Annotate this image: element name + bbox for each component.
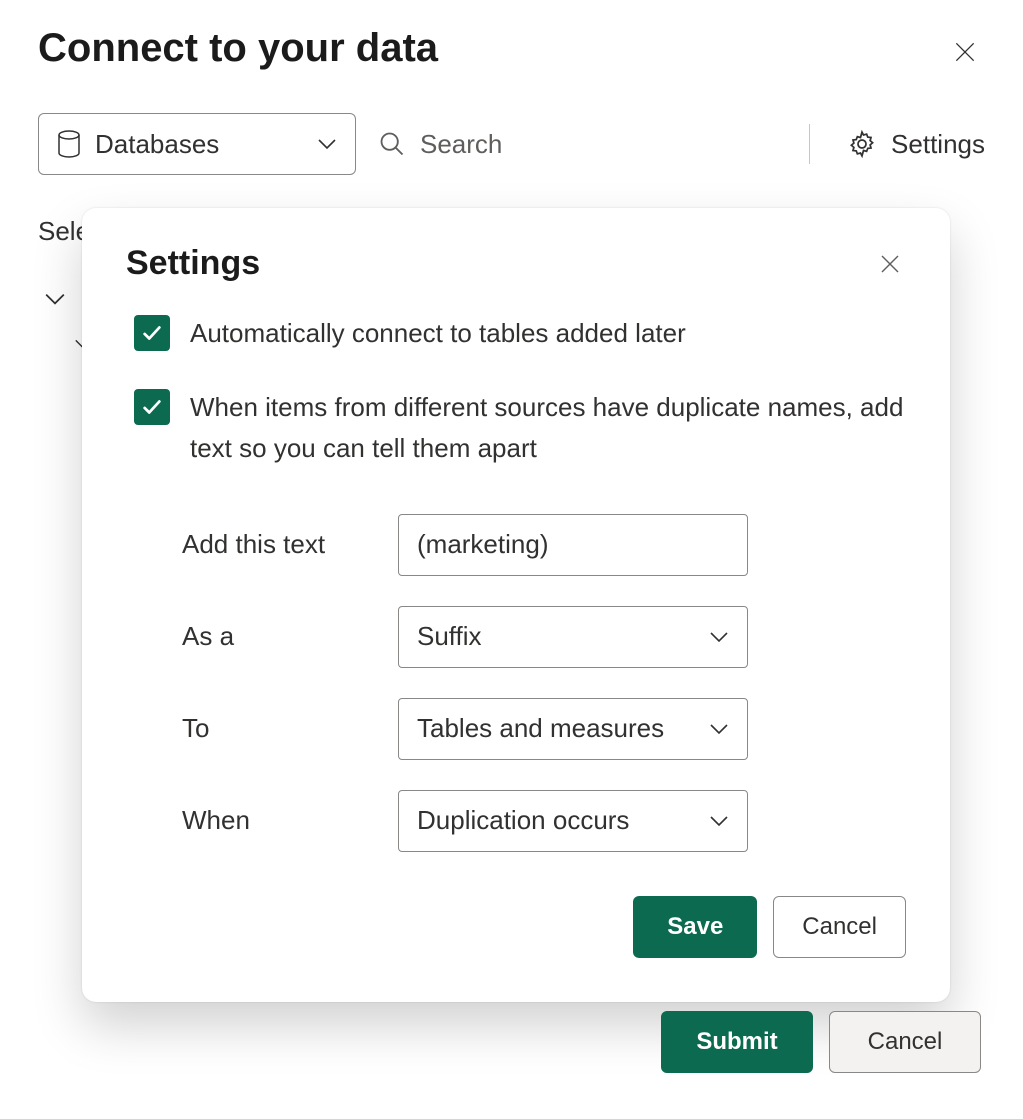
close-icon bbox=[878, 252, 902, 276]
chevron-down-icon bbox=[709, 815, 729, 827]
search-label: Search bbox=[420, 129, 502, 160]
add-text-label: Add this text bbox=[182, 529, 398, 560]
duplicate-names-checkbox[interactable] bbox=[134, 389, 170, 425]
chevron-down-icon bbox=[709, 631, 729, 643]
to-label: To bbox=[182, 713, 398, 744]
datasource-label: Databases bbox=[95, 129, 303, 160]
add-text-input[interactable] bbox=[398, 514, 748, 576]
datasource-dropdown[interactable]: Databases bbox=[38, 113, 356, 175]
database-icon bbox=[57, 130, 81, 158]
to-value: Tables and measures bbox=[417, 713, 664, 744]
page-actions: Submit Cancel bbox=[661, 1011, 981, 1073]
check-icon bbox=[141, 322, 163, 344]
check-icon bbox=[141, 396, 163, 418]
modal-title: Settings bbox=[126, 244, 260, 283]
toolbar: Databases Search Settings bbox=[38, 112, 985, 176]
chevron-down-icon bbox=[709, 723, 729, 735]
when-label: When bbox=[182, 805, 398, 836]
when-select[interactable]: Duplication occurs bbox=[398, 790, 748, 852]
to-select[interactable]: Tables and measures bbox=[398, 698, 748, 760]
chevron-down-icon bbox=[317, 138, 337, 150]
toolbar-divider bbox=[809, 124, 810, 164]
close-icon bbox=[952, 39, 978, 65]
chevron-down-icon[interactable] bbox=[44, 292, 66, 306]
auto-connect-label: Automatically connect to tables added la… bbox=[190, 313, 686, 353]
when-value: Duplication occurs bbox=[417, 805, 629, 836]
settings-modal: Settings Automatically connect to tables… bbox=[82, 208, 950, 1002]
close-button[interactable] bbox=[949, 36, 981, 68]
save-button[interactable]: Save bbox=[633, 896, 757, 958]
auto-connect-checkbox[interactable] bbox=[134, 315, 170, 351]
as-a-value: Suffix bbox=[417, 621, 482, 652]
page-title: Connect to your data bbox=[38, 26, 438, 71]
search-icon bbox=[378, 130, 406, 158]
modal-cancel-button[interactable]: Cancel bbox=[773, 896, 906, 958]
page-cancel-button[interactable]: Cancel bbox=[829, 1011, 981, 1073]
settings-button[interactable]: Settings bbox=[847, 129, 985, 160]
duplicate-names-label: When items from different sources have d… bbox=[190, 387, 906, 468]
as-a-label: As a bbox=[182, 621, 398, 652]
search-button[interactable]: Search bbox=[378, 129, 502, 160]
modal-close-button[interactable] bbox=[874, 248, 906, 280]
submit-button[interactable]: Submit bbox=[661, 1011, 813, 1073]
settings-label: Settings bbox=[891, 129, 985, 160]
gear-icon bbox=[847, 129, 877, 159]
as-a-select[interactable]: Suffix bbox=[398, 606, 748, 668]
